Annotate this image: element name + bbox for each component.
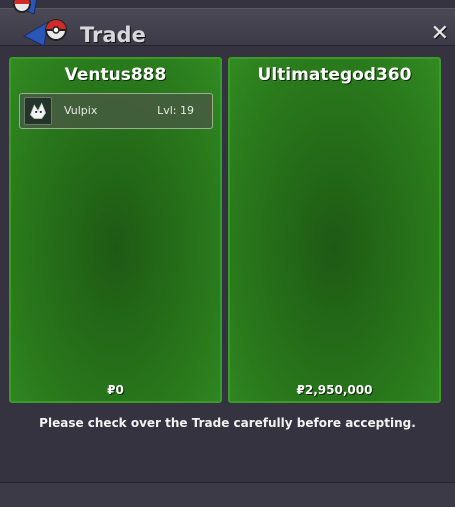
right-trader-panel: Ultimategod360 ₽2,950,000 [228, 57, 441, 403]
trade-window: Trade ✕ Ventus888 Vulpix Lvl: 19 ₽0 Ulti… [0, 0, 455, 507]
window-bottom-bar [0, 482, 455, 507]
close-icon[interactable]: ✕ [431, 21, 449, 46]
vulpix-sprite-icon [24, 97, 52, 125]
trade-pokemon-row[interactable]: Vulpix Lvl: 19 [19, 93, 213, 129]
window-title: Trade [80, 23, 146, 47]
pokemon-name: Vulpix [64, 104, 98, 117]
right-money: ₽2,950,000 [296, 383, 373, 397]
pokeball-logo-icon [12, 0, 67, 47]
left-money: ₽0 [107, 383, 124, 397]
pokemon-level: Lvl: 19 [157, 104, 194, 117]
left-trader-panel: Ventus888 Vulpix Lvl: 19 ₽0 [9, 57, 222, 403]
trade-notice: Please check over the Trade carefully be… [39, 416, 416, 430]
right-player-name: Ultimategod360 [257, 65, 412, 85]
left-player-name: Ventus888 [64, 65, 167, 85]
